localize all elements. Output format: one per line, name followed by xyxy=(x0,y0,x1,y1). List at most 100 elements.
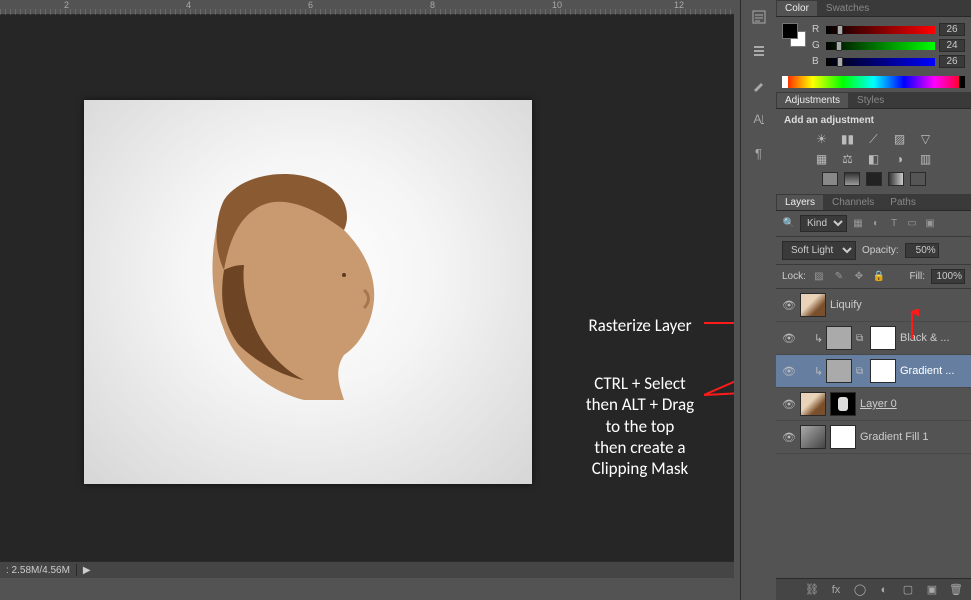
photo-filter-icon[interactable]: ◑ xyxy=(891,152,909,166)
character-panel-icon[interactable]: A| xyxy=(745,108,773,130)
threshold-icon[interactable] xyxy=(866,172,882,186)
layer-row[interactable]: 👁↳⧉Black & ... xyxy=(776,322,971,355)
layer-name[interactable]: Black & ... xyxy=(900,332,950,344)
slider-g[interactable] xyxy=(826,42,935,50)
link-layers-icon[interactable]: ⛓ xyxy=(805,583,819,597)
layer-name[interactable]: Gradient ... xyxy=(900,365,954,377)
balance-icon[interactable]: ⚖ xyxy=(839,152,857,166)
levels-icon[interactable]: ▮▮ xyxy=(839,132,857,146)
value-b[interactable] xyxy=(939,55,965,68)
tab-styles[interactable]: Styles xyxy=(849,93,892,108)
ruler-horizontal: 2 4 6 8 10 12 xyxy=(0,0,734,15)
channel-label-r: R xyxy=(812,24,822,35)
channel-mixer-icon[interactable]: ▥ xyxy=(917,152,935,166)
subject-image xyxy=(184,160,404,420)
layer-thumbnail[interactable] xyxy=(826,326,852,350)
ruler-mark: 2 xyxy=(64,0,69,10)
layer-row[interactable]: 👁 Liquify xyxy=(776,289,971,322)
channel-label-g: G xyxy=(812,40,822,51)
ruler-mark: 10 xyxy=(552,0,562,10)
exposure-icon[interactable]: ▨ xyxy=(891,132,909,146)
paragraph-panel-icon[interactable]: ¶ xyxy=(745,142,773,164)
lock-all-icon[interactable]: 🔒 xyxy=(872,270,886,284)
collapsed-panels-strip: A| ¶ xyxy=(740,0,776,600)
visibility-icon[interactable]: 👁 xyxy=(782,397,796,411)
visibility-icon[interactable]: 👁 xyxy=(782,364,796,378)
layer-row[interactable]: 👁↳⧉Gradient ... xyxy=(776,355,971,388)
lock-position-icon[interactable]: ✥ xyxy=(852,270,866,284)
history-panel-icon[interactable] xyxy=(745,6,773,28)
properties-panel-icon[interactable] xyxy=(745,40,773,62)
filter-smart-icon[interactable]: ▣ xyxy=(923,217,937,231)
panels-column: Color Swatches R G B xyxy=(776,0,971,600)
filter-search-icon[interactable]: 🔍 xyxy=(782,217,796,231)
lock-label: Lock: xyxy=(782,271,806,282)
opacity-label: Opacity: xyxy=(862,245,899,256)
foreground-background-swatch[interactable] xyxy=(782,23,806,47)
link-icon: ⧉ xyxy=(856,366,866,376)
layer-mask-thumbnail[interactable] xyxy=(870,326,896,350)
link-icon: ⧉ xyxy=(856,333,866,343)
tab-layers[interactable]: Layers xyxy=(776,194,824,210)
status-play-icon[interactable]: ▶ xyxy=(83,565,91,576)
value-g[interactable] xyxy=(939,39,965,52)
layer-name[interactable]: Gradient Fill 1 xyxy=(860,431,928,443)
filter-adj-icon[interactable]: ◐ xyxy=(869,217,883,231)
opacity-input[interactable] xyxy=(905,243,939,258)
vibrance-icon[interactable]: ▽ xyxy=(917,132,935,146)
layer-list[interactable]: 👁Liquify👁↳⧉Black & ...👁↳⧉Gradient ...👁La… xyxy=(776,289,971,578)
group-icon[interactable]: ▢ xyxy=(901,583,915,597)
tab-paths[interactable]: Paths xyxy=(882,195,924,210)
fx-icon[interactable]: fx xyxy=(829,583,843,597)
brightness-icon[interactable]: ☀ xyxy=(813,132,831,146)
layer-thumbnail[interactable] xyxy=(800,293,826,317)
posterize-icon[interactable] xyxy=(844,172,860,186)
adjustments-panel: Adjustments Styles Add an adjustment ☀ ▮… xyxy=(776,92,971,194)
layer-mask-thumbnail[interactable] xyxy=(870,359,896,383)
tab-swatches[interactable]: Swatches xyxy=(818,1,877,16)
blend-mode-select[interactable]: Soft Light xyxy=(782,241,856,260)
fill-input[interactable] xyxy=(931,269,965,284)
filter-pixel-icon[interactable]: ▦ xyxy=(851,217,865,231)
layer-thumbnail[interactable] xyxy=(800,392,826,416)
delete-layer-icon[interactable]: 🗑 xyxy=(949,583,963,597)
new-layer-icon[interactable]: ▣ xyxy=(925,583,939,597)
tab-color[interactable]: Color xyxy=(776,0,818,16)
layer-name[interactable]: Layer 0 xyxy=(860,398,897,410)
value-r[interactable] xyxy=(939,23,965,36)
status-doc-size: : 2.58M/4.56M xyxy=(6,565,70,576)
color-spectrum[interactable] xyxy=(782,76,965,88)
hue-icon[interactable]: ▦ xyxy=(813,152,831,166)
filter-type-icon[interactable]: T xyxy=(887,217,901,231)
curves-icon[interactable]: ⟋ xyxy=(865,132,883,146)
layer-name[interactable]: Liquify xyxy=(830,299,862,311)
canvas-area[interactable]: Rasterize Layer CTRL + Select then ALT +… xyxy=(0,15,734,573)
layer-thumbnail[interactable] xyxy=(826,359,852,383)
lock-transparent-icon[interactable]: ▨ xyxy=(812,270,826,284)
tab-channels[interactable]: Channels xyxy=(824,195,882,210)
slider-r[interactable] xyxy=(826,26,935,34)
visibility-icon[interactable]: 👁 xyxy=(782,331,796,345)
brush-panel-icon[interactable] xyxy=(745,74,773,96)
layer-mask-thumbnail[interactable] xyxy=(830,425,856,449)
filter-kind-select[interactable]: Kind xyxy=(800,215,847,232)
visibility-icon[interactable]: 👁 xyxy=(782,430,796,444)
layer-row[interactable]: 👁 Layer 0 xyxy=(776,388,971,421)
layer-row[interactable]: 👁 Gradient Fill 1 xyxy=(776,421,971,454)
filter-shape-icon[interactable]: ▭ xyxy=(905,217,919,231)
document-canvas[interactable] xyxy=(84,100,532,484)
adjustment-layer-icon[interactable]: ◐ xyxy=(877,583,891,597)
bw-icon[interactable]: ◧ xyxy=(865,152,883,166)
layers-panel: Layers Channels Paths 🔍 Kind ▦ ◐ T ▭ ▣ S… xyxy=(776,194,971,600)
tab-adjustments[interactable]: Adjustments xyxy=(776,92,849,108)
layer-mask-thumbnail[interactable] xyxy=(830,392,856,416)
mask-icon[interactable]: ◯ xyxy=(853,583,867,597)
invert-icon[interactable] xyxy=(822,172,838,186)
lock-pixels-icon[interactable]: ✎ xyxy=(832,270,846,284)
gradient-map-icon[interactable] xyxy=(888,172,904,186)
slider-b[interactable] xyxy=(826,58,935,66)
selective-color-icon[interactable] xyxy=(910,172,926,186)
visibility-icon[interactable]: 👁 xyxy=(782,298,796,312)
ruler-mark: 12 xyxy=(674,0,684,10)
layer-thumbnail[interactable] xyxy=(800,425,826,449)
